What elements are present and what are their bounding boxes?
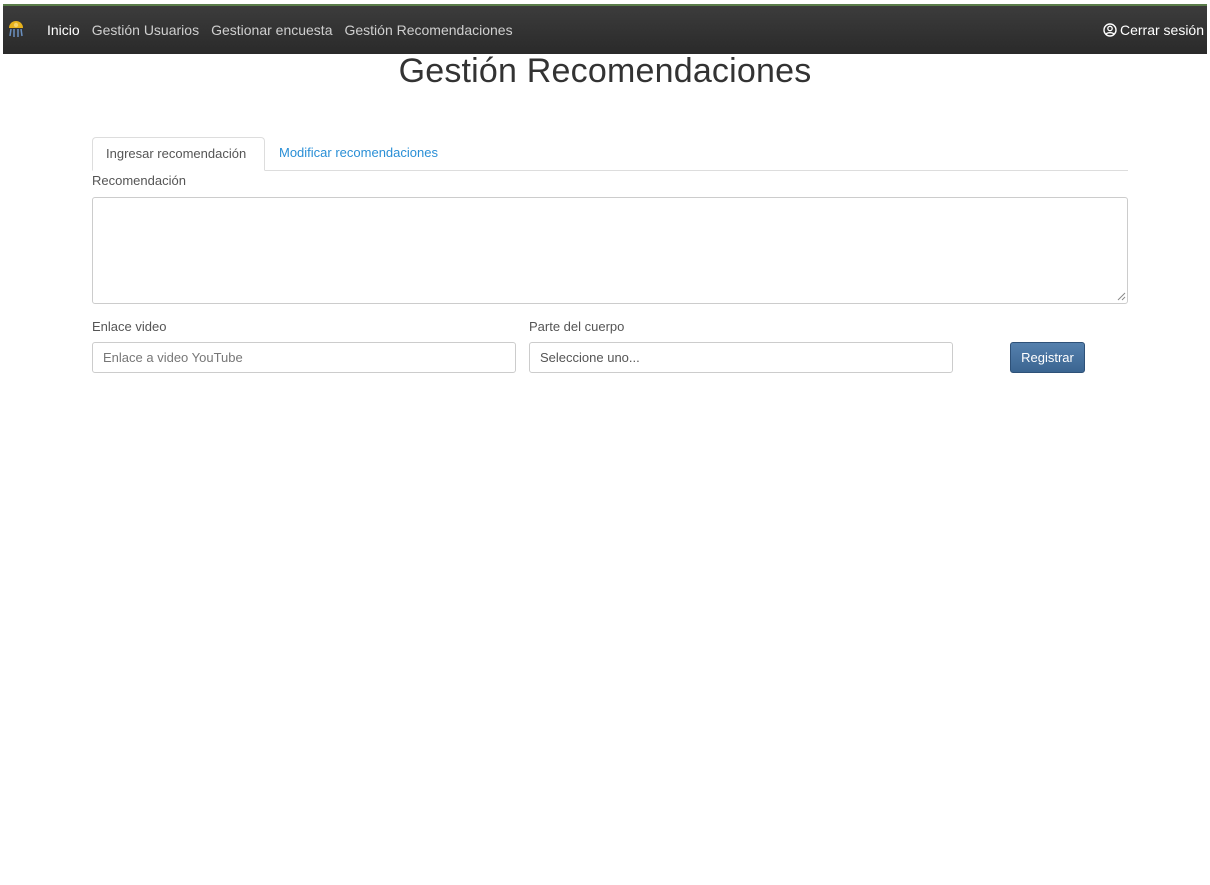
nav-menu: Inicio Gestión Usuarios Gestionar encues… <box>47 6 525 54</box>
tab-bar: Ingresar recomendación Modificar recomen… <box>92 137 1128 171</box>
video-link-input[interactable] <box>92 342 516 373</box>
tab-ingresar-recomendacion[interactable]: Ingresar recomendación <box>92 137 265 171</box>
page-title: Gestión Recomendaciones <box>398 52 812 90</box>
logout-label: Cerrar sesión <box>1119 22 1204 38</box>
register-button[interactable]: Registrar <box>1010 342 1085 373</box>
nav-item-gestionar-encuesta[interactable]: Gestionar encuesta <box>211 22 332 38</box>
tab-modificar-recomendaciones[interactable]: Modificar recomendaciones <box>265 137 451 171</box>
nav-item-gestion-usuarios[interactable]: Gestión Usuarios <box>92 22 199 38</box>
user-circle-icon <box>1103 23 1117 37</box>
logo-icon[interactable] <box>7 19 25 39</box>
resize-grip-icon[interactable] <box>1117 292 1126 301</box>
recommendation-label: Recomendación <box>92 173 186 188</box>
page: Inicio Gestión Usuarios Gestionar encues… <box>0 0 1210 885</box>
top-navbar: Inicio Gestión Usuarios Gestionar encues… <box>3 4 1207 54</box>
video-link-label: Enlace video <box>92 319 167 334</box>
nav-item-inicio[interactable]: Inicio <box>47 22 80 38</box>
body-part-label: Parte del cuerpo <box>529 319 625 334</box>
body-part-select[interactable]: Seleccione uno... <box>529 342 953 373</box>
recommendation-textarea[interactable] <box>92 197 1128 304</box>
nav-item-gestion-recomendaciones[interactable]: Gestión Recomendaciones <box>344 22 512 38</box>
logout-link[interactable]: Cerrar sesión <box>1103 6 1204 54</box>
